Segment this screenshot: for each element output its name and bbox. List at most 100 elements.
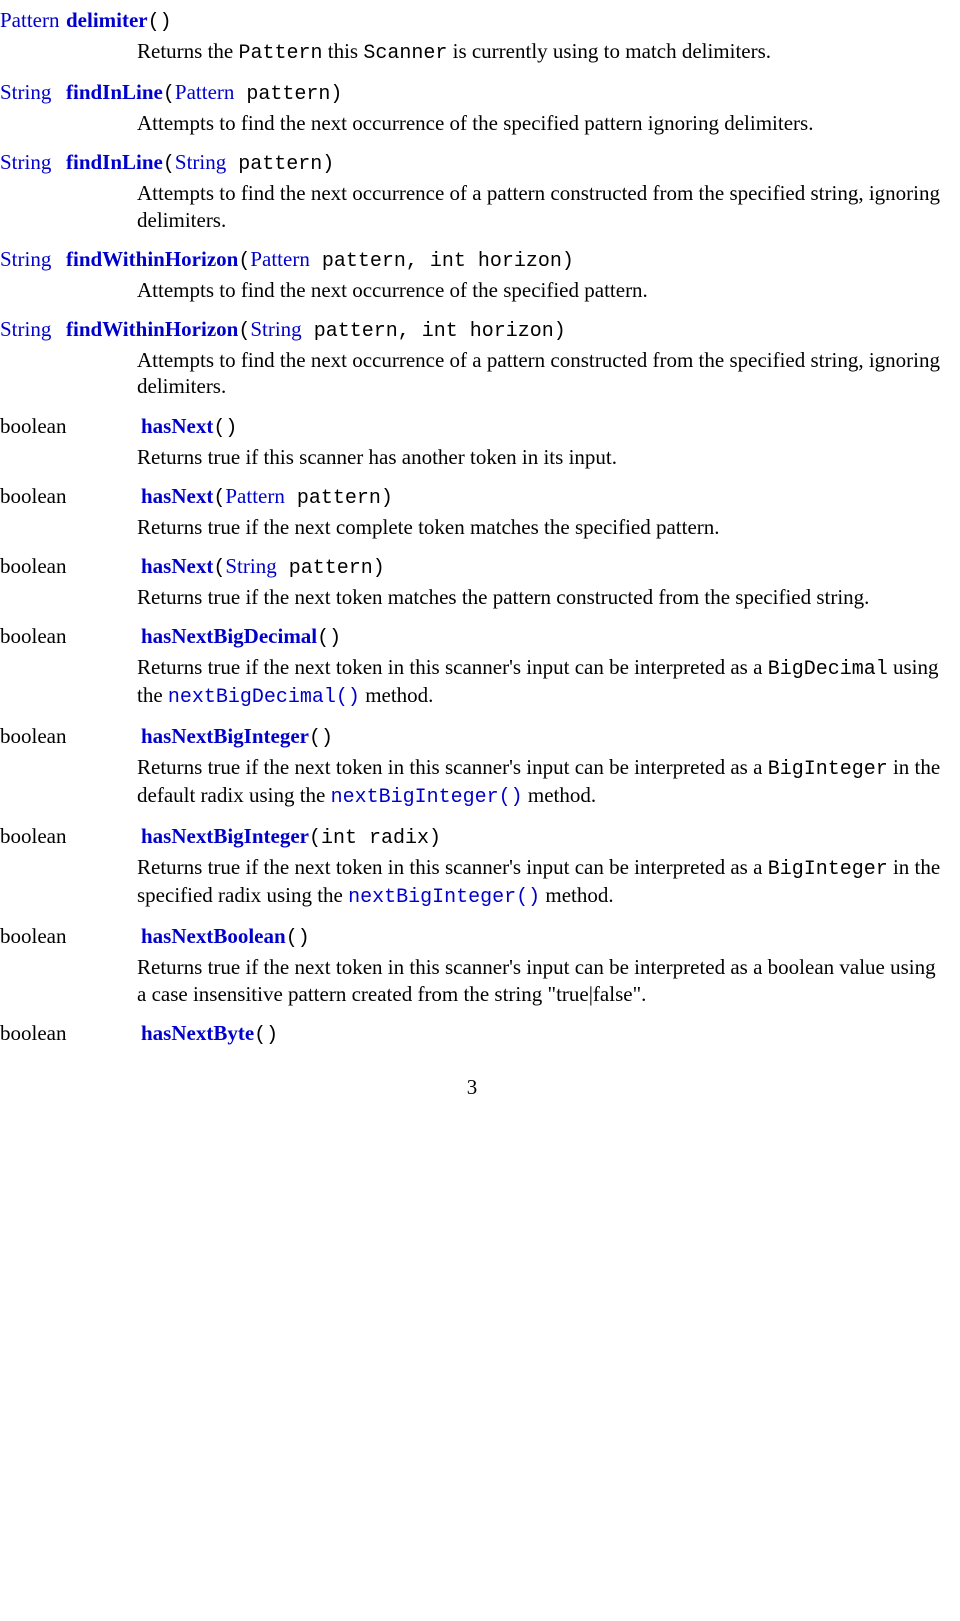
params-rest: pattern, int horizon) bbox=[302, 320, 566, 343]
method-name-link[interactable]: hasNextBigInteger bbox=[141, 824, 309, 848]
method-entry: StringfindWithinHorizon(Pattern pattern,… bbox=[0, 247, 944, 303]
method-name-link[interactable]: findWithinHorizon bbox=[66, 247, 238, 271]
method-call: hasNextBigDecimal() bbox=[141, 624, 341, 650]
method-entry: booleanhasNext(Pattern pattern) Returns t… bbox=[0, 484, 944, 540]
return-type[interactable]: String bbox=[0, 150, 66, 175]
paren-open: ( bbox=[213, 487, 225, 510]
desc-text: Returns true if this scanner has another… bbox=[137, 445, 617, 469]
desc-text: Returns true if the next token in this s… bbox=[137, 955, 936, 1005]
paren-open: ( bbox=[163, 153, 175, 176]
method-call: findWithinHorizon(Pattern pattern, int h… bbox=[66, 247, 574, 273]
method-call: hasNext() bbox=[141, 414, 237, 440]
method-entry: Patterndelimiter() Returns the Pattern th… bbox=[0, 8, 944, 66]
method-params: () bbox=[286, 927, 310, 950]
method-entry: booleanhasNextBigDecimal()Returns true i… bbox=[0, 624, 944, 710]
desc-code-link[interactable]: nextBigInteger() bbox=[331, 786, 523, 809]
method-name-link[interactable]: delimiter bbox=[66, 8, 148, 32]
method-call: findInLine(String pattern) bbox=[66, 150, 334, 176]
return-type: boolean bbox=[0, 924, 141, 949]
method-params: () bbox=[254, 1024, 278, 1047]
method-name-link[interactable]: hasNext bbox=[141, 554, 213, 578]
method-entry: StringfindInLine(String pattern)Attempts… bbox=[0, 150, 944, 233]
desc-text: Returns true if the next complete token … bbox=[137, 515, 720, 539]
method-entry: StringfindWithinHorizon(String pattern, … bbox=[0, 317, 944, 400]
method-signature: booleanhasNextByte() bbox=[0, 1021, 944, 1047]
desc-text: Returns true if the next token matches t… bbox=[137, 585, 869, 609]
method-signature: StringfindWithinHorizon(Pattern pattern,… bbox=[0, 247, 944, 273]
method-description: Attempts to find the next occurrence of … bbox=[137, 110, 944, 136]
paren-open: ( bbox=[213, 557, 225, 580]
param-type-link[interactable]: String bbox=[175, 150, 226, 174]
desc-code: Pattern bbox=[238, 42, 322, 65]
params-rest: pattern) bbox=[234, 83, 342, 106]
method-name-link[interactable]: hasNext bbox=[141, 484, 213, 508]
method-signature: booleanhasNext(String pattern) bbox=[0, 554, 944, 580]
return-type: boolean bbox=[0, 484, 141, 509]
method-description: Attempts to find the next occurrence of … bbox=[137, 180, 944, 233]
return-type[interactable]: String bbox=[0, 247, 66, 272]
method-signature: StringfindInLine(String pattern) bbox=[0, 150, 944, 176]
method-call: hasNext(Pattern pattern) bbox=[141, 484, 393, 510]
method-params: (int radix) bbox=[309, 827, 441, 850]
method-signature: Patterndelimiter() bbox=[0, 8, 944, 34]
method-name-link[interactable]: findInLine bbox=[66, 80, 163, 104]
method-name-link[interactable]: hasNextBigDecimal bbox=[141, 624, 317, 648]
method-description: Returns true if the next complete token … bbox=[137, 514, 944, 540]
params-rest: pattern) bbox=[277, 557, 385, 580]
method-description: Returns true if the next token in this s… bbox=[137, 754, 944, 810]
method-name-link[interactable]: findWithinHorizon bbox=[66, 317, 238, 341]
param-type-link[interactable]: Pattern bbox=[175, 80, 234, 104]
params-rest: pattern, int horizon) bbox=[310, 250, 574, 273]
param-type-link[interactable]: Pattern bbox=[250, 247, 309, 271]
method-name-link[interactable]: hasNextBigInteger bbox=[141, 724, 309, 748]
desc-code: BigInteger bbox=[768, 758, 888, 781]
desc-code-link[interactable]: nextBigInteger() bbox=[348, 886, 540, 909]
desc-code-link[interactable]: nextBigDecimal() bbox=[168, 686, 360, 709]
method-call: hasNextBoolean() bbox=[141, 924, 310, 950]
method-params: () bbox=[317, 627, 341, 650]
method-summary-list: Patterndelimiter()Returns the Pattern th… bbox=[0, 8, 944, 1047]
desc-text: Returns true if the next token in this s… bbox=[137, 855, 768, 879]
paren-open: ( bbox=[238, 320, 250, 343]
return-type: boolean bbox=[0, 624, 141, 649]
method-signature: StringfindInLine(Pattern pattern) bbox=[0, 80, 944, 106]
method-description: Returns the Pattern this Scanner is curr… bbox=[137, 38, 944, 66]
method-call: hasNext(String pattern) bbox=[141, 554, 385, 580]
method-description: Returns true if this scanner has another… bbox=[137, 444, 944, 470]
method-name-link[interactable]: hasNextByte bbox=[141, 1021, 254, 1045]
paren-open: ( bbox=[238, 250, 250, 273]
method-signature: booleanhasNextBigInteger(int radix) bbox=[0, 824, 944, 850]
method-description: Attempts to find the next occurrence of … bbox=[137, 277, 944, 303]
method-call: findWithinHorizon(String pattern, int ho… bbox=[66, 317, 566, 343]
desc-text: Attempts to find the next occurrence of … bbox=[137, 181, 940, 231]
desc-text: is currently using to match delimiters. bbox=[447, 39, 771, 63]
method-name-link[interactable]: findInLine bbox=[66, 150, 163, 174]
method-name-link[interactable]: hasNextBoolean bbox=[141, 924, 286, 948]
method-call: hasNextBigInteger(int radix) bbox=[141, 824, 441, 850]
param-type-link[interactable]: Pattern bbox=[225, 484, 284, 508]
method-entry: StringfindInLine(Pattern pattern) Attempt… bbox=[0, 80, 944, 136]
method-description: Returns true if the next token in this s… bbox=[137, 854, 944, 910]
desc-code: BigDecimal bbox=[768, 658, 888, 681]
return-type[interactable]: Pattern bbox=[0, 8, 66, 33]
params-rest: pattern) bbox=[226, 153, 334, 176]
method-call: findInLine(Pattern pattern) bbox=[66, 80, 342, 106]
return-type: boolean bbox=[0, 1021, 141, 1046]
paren-open: ( bbox=[163, 83, 175, 106]
desc-code: Scanner bbox=[363, 42, 447, 65]
desc-text: Attempts to find the next occurrence of … bbox=[137, 348, 940, 398]
return-type: boolean bbox=[0, 414, 141, 439]
param-type-link[interactable]: String bbox=[250, 317, 301, 341]
method-description: Returns true if the next token in this s… bbox=[137, 954, 944, 1007]
return-type[interactable]: String bbox=[0, 317, 66, 342]
return-type[interactable]: String bbox=[0, 80, 66, 105]
desc-text: Returns true if the next token in this s… bbox=[137, 755, 768, 779]
method-description: Returns true if the next token matches t… bbox=[137, 584, 944, 610]
method-name-link[interactable]: hasNext bbox=[141, 414, 213, 438]
desc-text: Attempts to find the next occurrence of … bbox=[137, 278, 648, 302]
return-type: boolean bbox=[0, 724, 141, 749]
desc-code: BigInteger bbox=[768, 858, 888, 881]
method-entry: booleanhasNextBoolean() Returns true if t… bbox=[0, 924, 944, 1007]
param-type-link[interactable]: String bbox=[225, 554, 276, 578]
desc-text: method. bbox=[523, 783, 597, 807]
